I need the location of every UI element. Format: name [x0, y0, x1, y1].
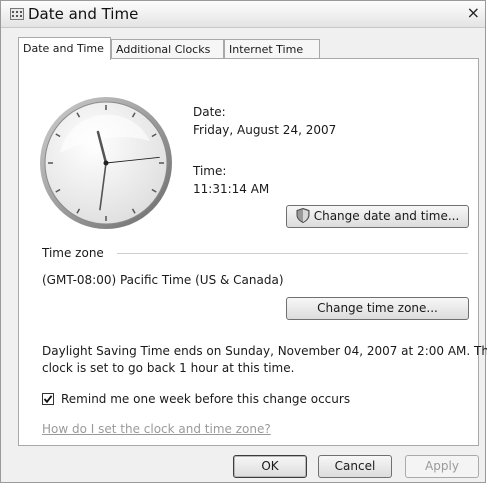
change-timezone-button[interactable]: Change time zone... — [286, 297, 469, 320]
time-value: 11:31:14 AM — [193, 182, 270, 196]
change-date-time-button[interactable]: Change date and time... — [286, 205, 469, 228]
timezone-value: (GMT-08:00) Pacific Time (US & Canada) — [42, 273, 284, 287]
clock-center-pin — [103, 160, 109, 166]
dst-info-line1: Daylight Saving Time ends on Sunday, Nov… — [42, 344, 487, 358]
date-value: Friday, August 24, 2007 — [193, 123, 337, 137]
tab-additional-clocks[interactable]: Additional Clocks — [111, 39, 224, 58]
title-bar[interactable]: Date and Time × — [1, 1, 485, 28]
remind-checkbox-label[interactable]: Remind me one week before this change oc… — [61, 392, 350, 406]
time-label: Time: — [193, 164, 227, 178]
ok-button[interactable]: OK — [233, 455, 307, 478]
window-title: Date and Time — [28, 5, 139, 23]
tab-date-and-time[interactable]: Date and Time — [18, 37, 111, 60]
date-time-dialog: Date and Time × Date and Time Additional… — [0, 0, 487, 483]
apply-button[interactable]: Apply — [405, 455, 479, 478]
date-label: Date: — [193, 105, 226, 119]
help-link[interactable]: How do I set the clock and time zone? — [42, 422, 271, 436]
datetime-app-icon — [10, 8, 24, 20]
checkmark-icon — [43, 395, 53, 404]
remind-checkbox[interactable] — [42, 393, 54, 405]
dst-info-line2: clock is set to go back 1 hour at this t… — [42, 361, 295, 375]
timezone-separator — [117, 253, 468, 254]
uac-shield-icon — [296, 208, 310, 223]
change-date-time-label: Change date and time... — [313, 209, 460, 223]
close-button[interactable]: × — [467, 3, 480, 22]
timezone-section-label: Time zone — [42, 246, 104, 260]
cancel-button[interactable]: Cancel — [318, 455, 392, 478]
analog-clock — [40, 97, 172, 229]
tab-internet-time[interactable]: Internet Time — [224, 39, 320, 58]
